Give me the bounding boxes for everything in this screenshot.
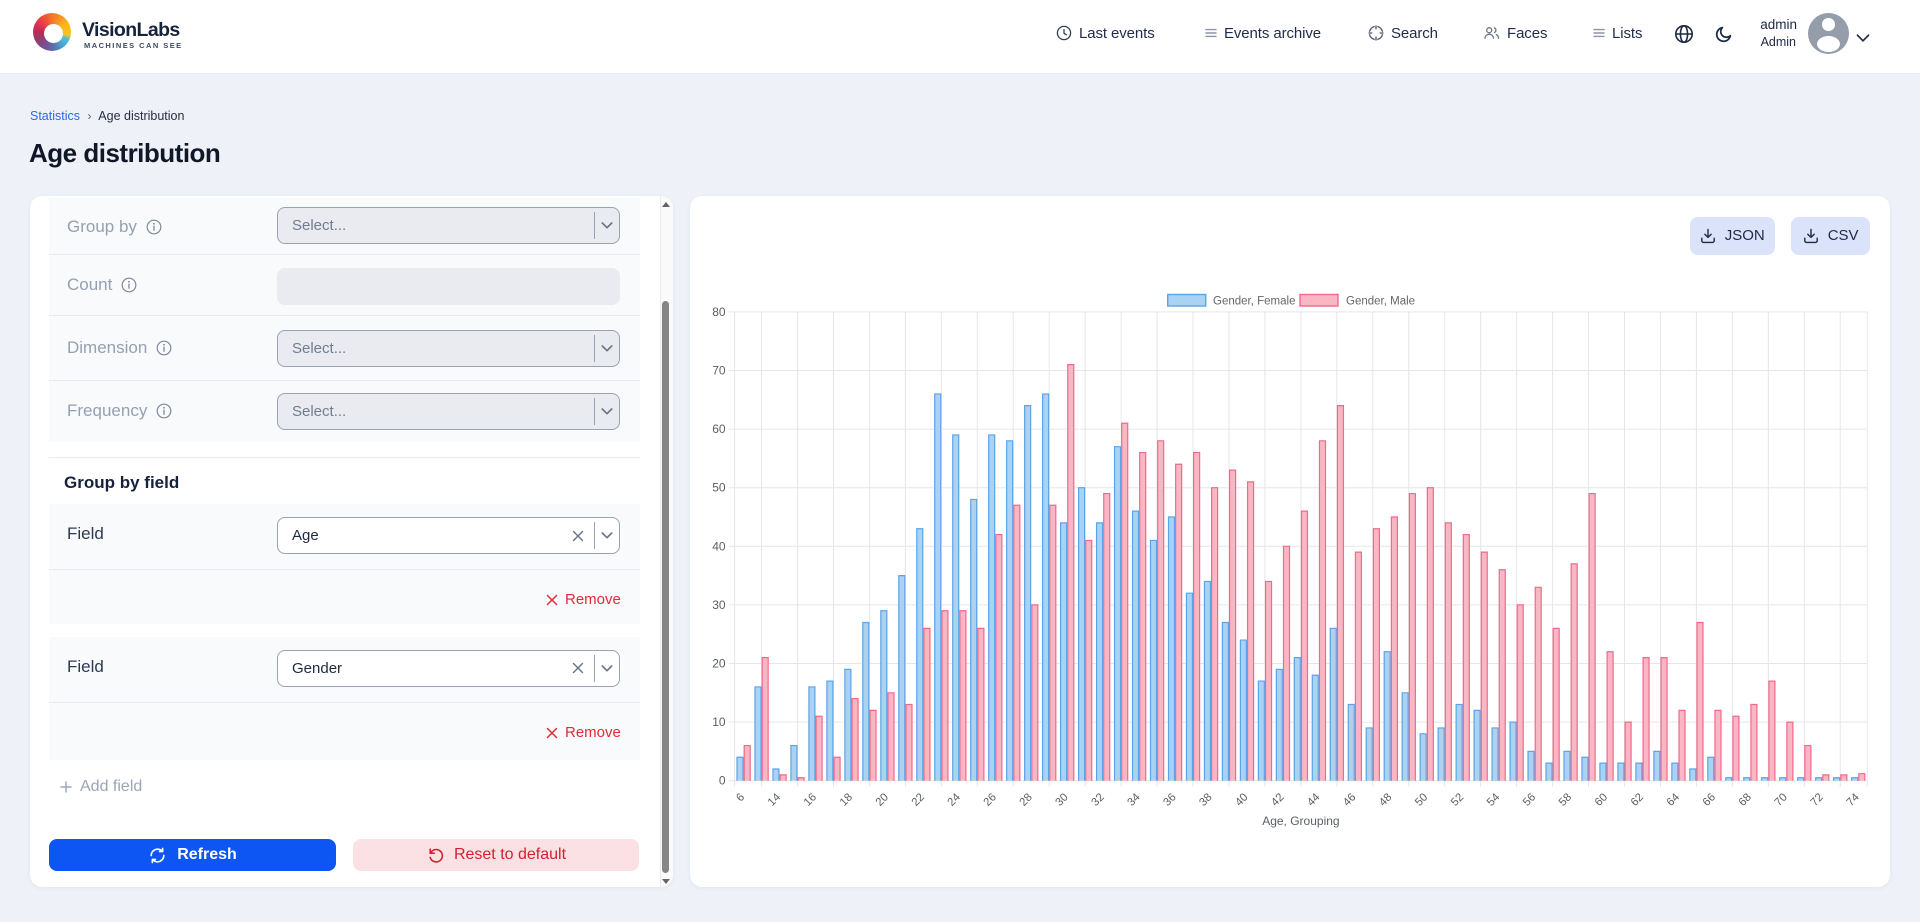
svg-text:80: 80 — [712, 305, 726, 319]
svg-text:62: 62 — [1629, 791, 1646, 808]
svg-text:32: 32 — [1089, 791, 1106, 808]
svg-text:10: 10 — [712, 715, 726, 729]
svg-text:30: 30 — [712, 598, 726, 612]
svg-text:74: 74 — [1844, 791, 1861, 808]
svg-text:70: 70 — [1773, 791, 1790, 808]
svg-text:40: 40 — [1233, 791, 1250, 808]
svg-text:46: 46 — [1341, 791, 1358, 808]
svg-text:42: 42 — [1269, 791, 1286, 808]
svg-text:50: 50 — [1413, 791, 1430, 808]
svg-text:40: 40 — [712, 539, 726, 553]
svg-text:24: 24 — [946, 791, 963, 808]
svg-text:44: 44 — [1305, 791, 1322, 808]
svg-text:72: 72 — [1809, 791, 1826, 808]
svg-text:34: 34 — [1125, 791, 1142, 808]
svg-text:Age, Grouping: Age, Grouping — [1262, 814, 1339, 828]
svg-text:6: 6 — [734, 791, 747, 804]
svg-text:0: 0 — [719, 774, 726, 788]
svg-text:28: 28 — [1017, 791, 1034, 808]
svg-text:22: 22 — [910, 791, 927, 808]
svg-text:64: 64 — [1665, 791, 1682, 808]
svg-text:50: 50 — [712, 481, 726, 495]
svg-text:60: 60 — [1593, 791, 1610, 808]
svg-text:30: 30 — [1053, 791, 1070, 808]
svg-text:68: 68 — [1737, 791, 1754, 808]
svg-text:36: 36 — [1161, 791, 1178, 808]
svg-text:58: 58 — [1557, 791, 1574, 808]
svg-text:54: 54 — [1485, 791, 1502, 808]
svg-text:Gender, Male: Gender, Male — [1346, 296, 1415, 308]
svg-text:20: 20 — [712, 657, 726, 671]
svg-text:60: 60 — [712, 422, 726, 436]
svg-text:14: 14 — [766, 791, 783, 808]
svg-text:52: 52 — [1449, 791, 1466, 808]
svg-text:38: 38 — [1197, 791, 1214, 808]
svg-text:Gender, Female: Gender, Female — [1213, 296, 1295, 308]
svg-text:56: 56 — [1521, 791, 1538, 808]
svg-text:16: 16 — [802, 791, 819, 808]
svg-text:48: 48 — [1377, 791, 1394, 808]
svg-text:66: 66 — [1701, 791, 1718, 808]
svg-text:70: 70 — [712, 364, 726, 378]
svg-text:18: 18 — [838, 791, 855, 808]
svg-text:26: 26 — [982, 791, 999, 808]
svg-text:20: 20 — [874, 791, 891, 808]
